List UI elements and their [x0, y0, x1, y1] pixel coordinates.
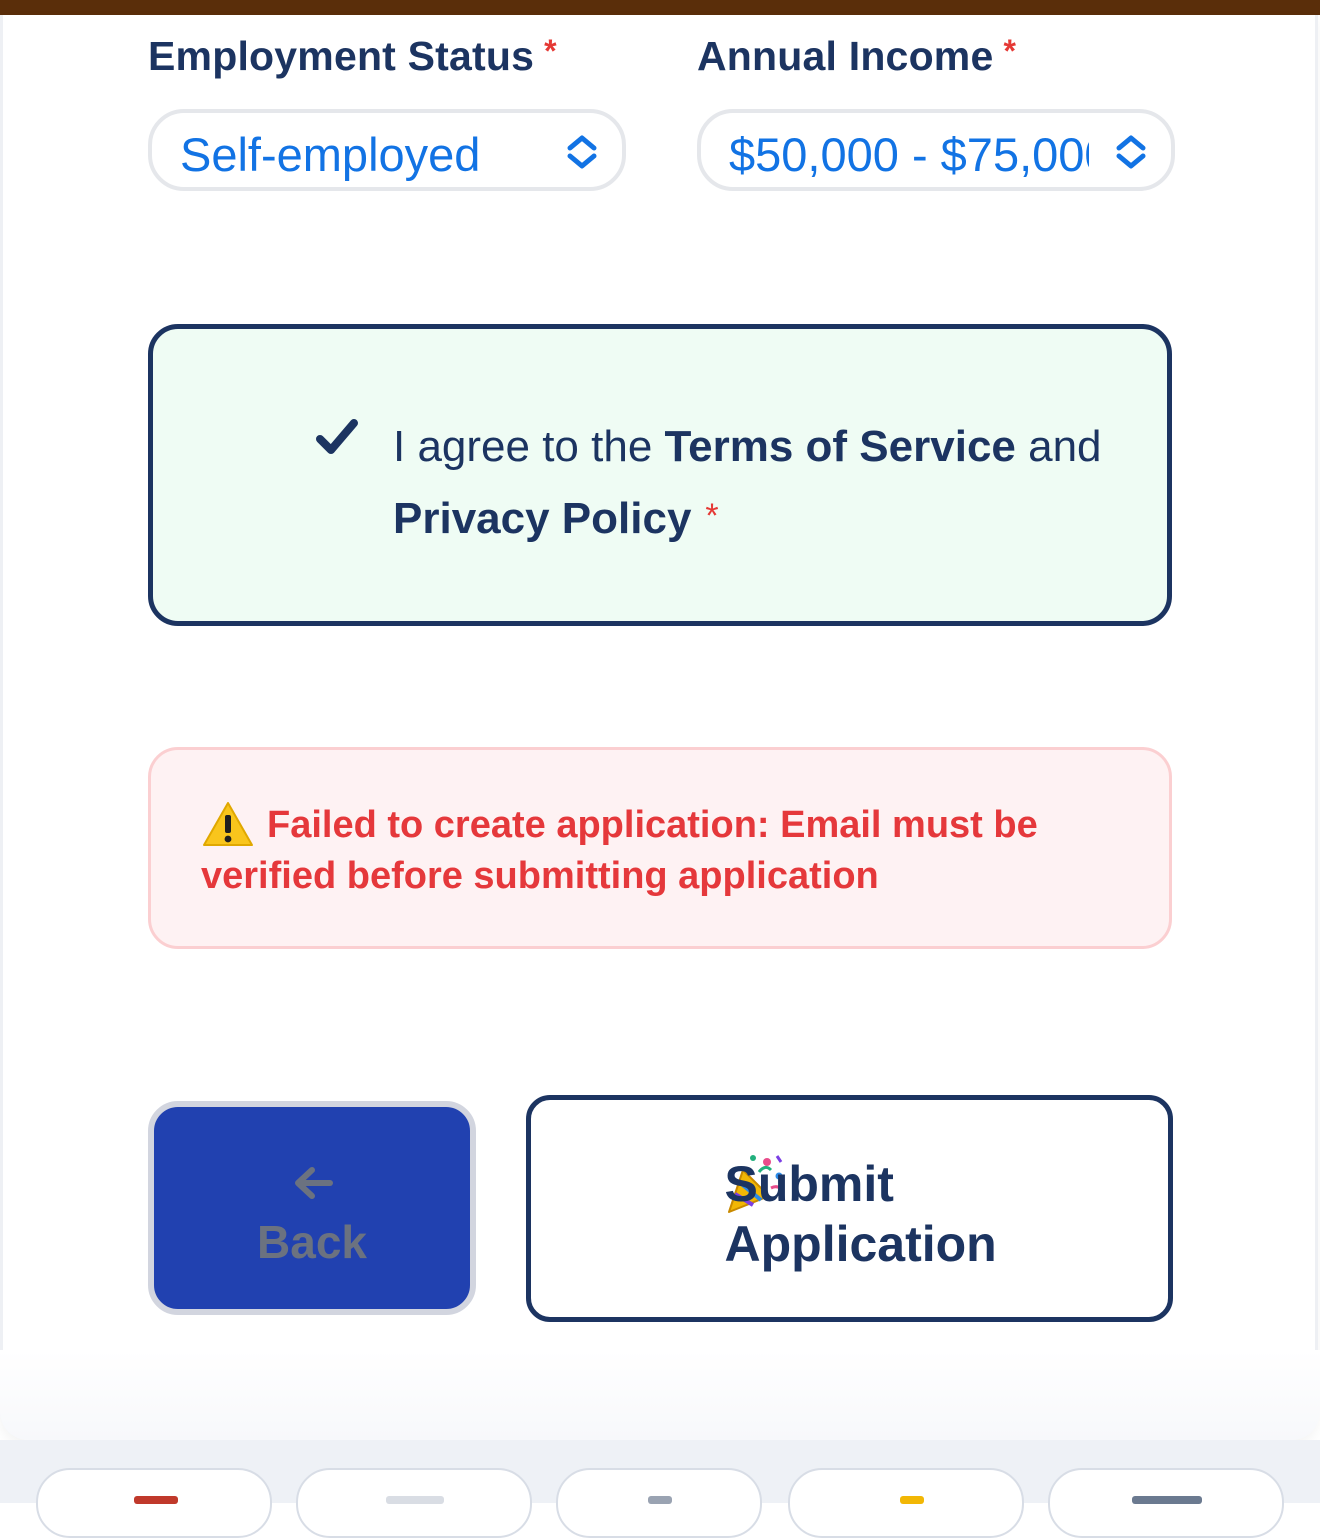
nav-tab-5[interactable]: [1048, 1468, 1284, 1538]
back-button-label: Back: [257, 1216, 367, 1268]
submit-button-text: Submit Application: [724, 1156, 997, 1272]
required-asterisk: *: [544, 33, 557, 69]
annual-income-select[interactable]: $50,000 - $75,000: [697, 109, 1175, 191]
checkmark-icon: [316, 419, 358, 454]
terms-prefix: I agree to the: [393, 422, 665, 471]
arrow-left-icon: [295, 1167, 333, 1199]
privacy-policy-link[interactable]: Privacy Policy: [393, 494, 691, 543]
terms-agreement-text: I agree to the Terms of Service and Priv…: [393, 411, 1133, 558]
nav-tab-1[interactable]: [36, 1468, 272, 1538]
card-bottom-fade: [0, 1350, 1320, 1440]
back-button[interactable]: Back: [148, 1101, 476, 1315]
annual-income-label: Annual Income *: [697, 33, 1016, 80]
error-message: Failed to create application: Email must…: [201, 804, 1038, 897]
submit-application-button[interactable]: Submit Application: [526, 1095, 1173, 1322]
required-asterisk: *: [1003, 33, 1017, 69]
required-asterisk: *: [705, 497, 719, 535]
terms-of-service-link[interactable]: Terms of Service: [665, 422, 1016, 471]
terms-middle: and: [1015, 422, 1102, 471]
employment-status-label-text: Employment Status: [148, 33, 535, 79]
top-app-bar: [0, 0, 1320, 15]
nav-tab-2[interactable]: [296, 1468, 532, 1538]
employment-status-select[interactable]: Self-employed: [148, 109, 626, 191]
chevron-updown-icon: [567, 135, 597, 169]
nav-tab-3[interactable]: [556, 1468, 762, 1538]
error-alert: Failed to create application: Email must…: [148, 747, 1172, 949]
nav-tab-4[interactable]: [788, 1468, 1024, 1538]
submit-button-label: Submit Application: [531, 1154, 1168, 1274]
annual-income-value: $50,000 - $75,000: [729, 128, 1089, 181]
employment-status-value: Self-employed: [180, 128, 481, 181]
terms-agreement-checkbox[interactable]: I agree to the Terms of Service and Priv…: [148, 324, 1172, 626]
employment-status-label: Employment Status *: [148, 33, 557, 80]
chevron-updown-icon: [1116, 135, 1146, 169]
annual-income-label-text: Annual Income: [697, 33, 994, 79]
